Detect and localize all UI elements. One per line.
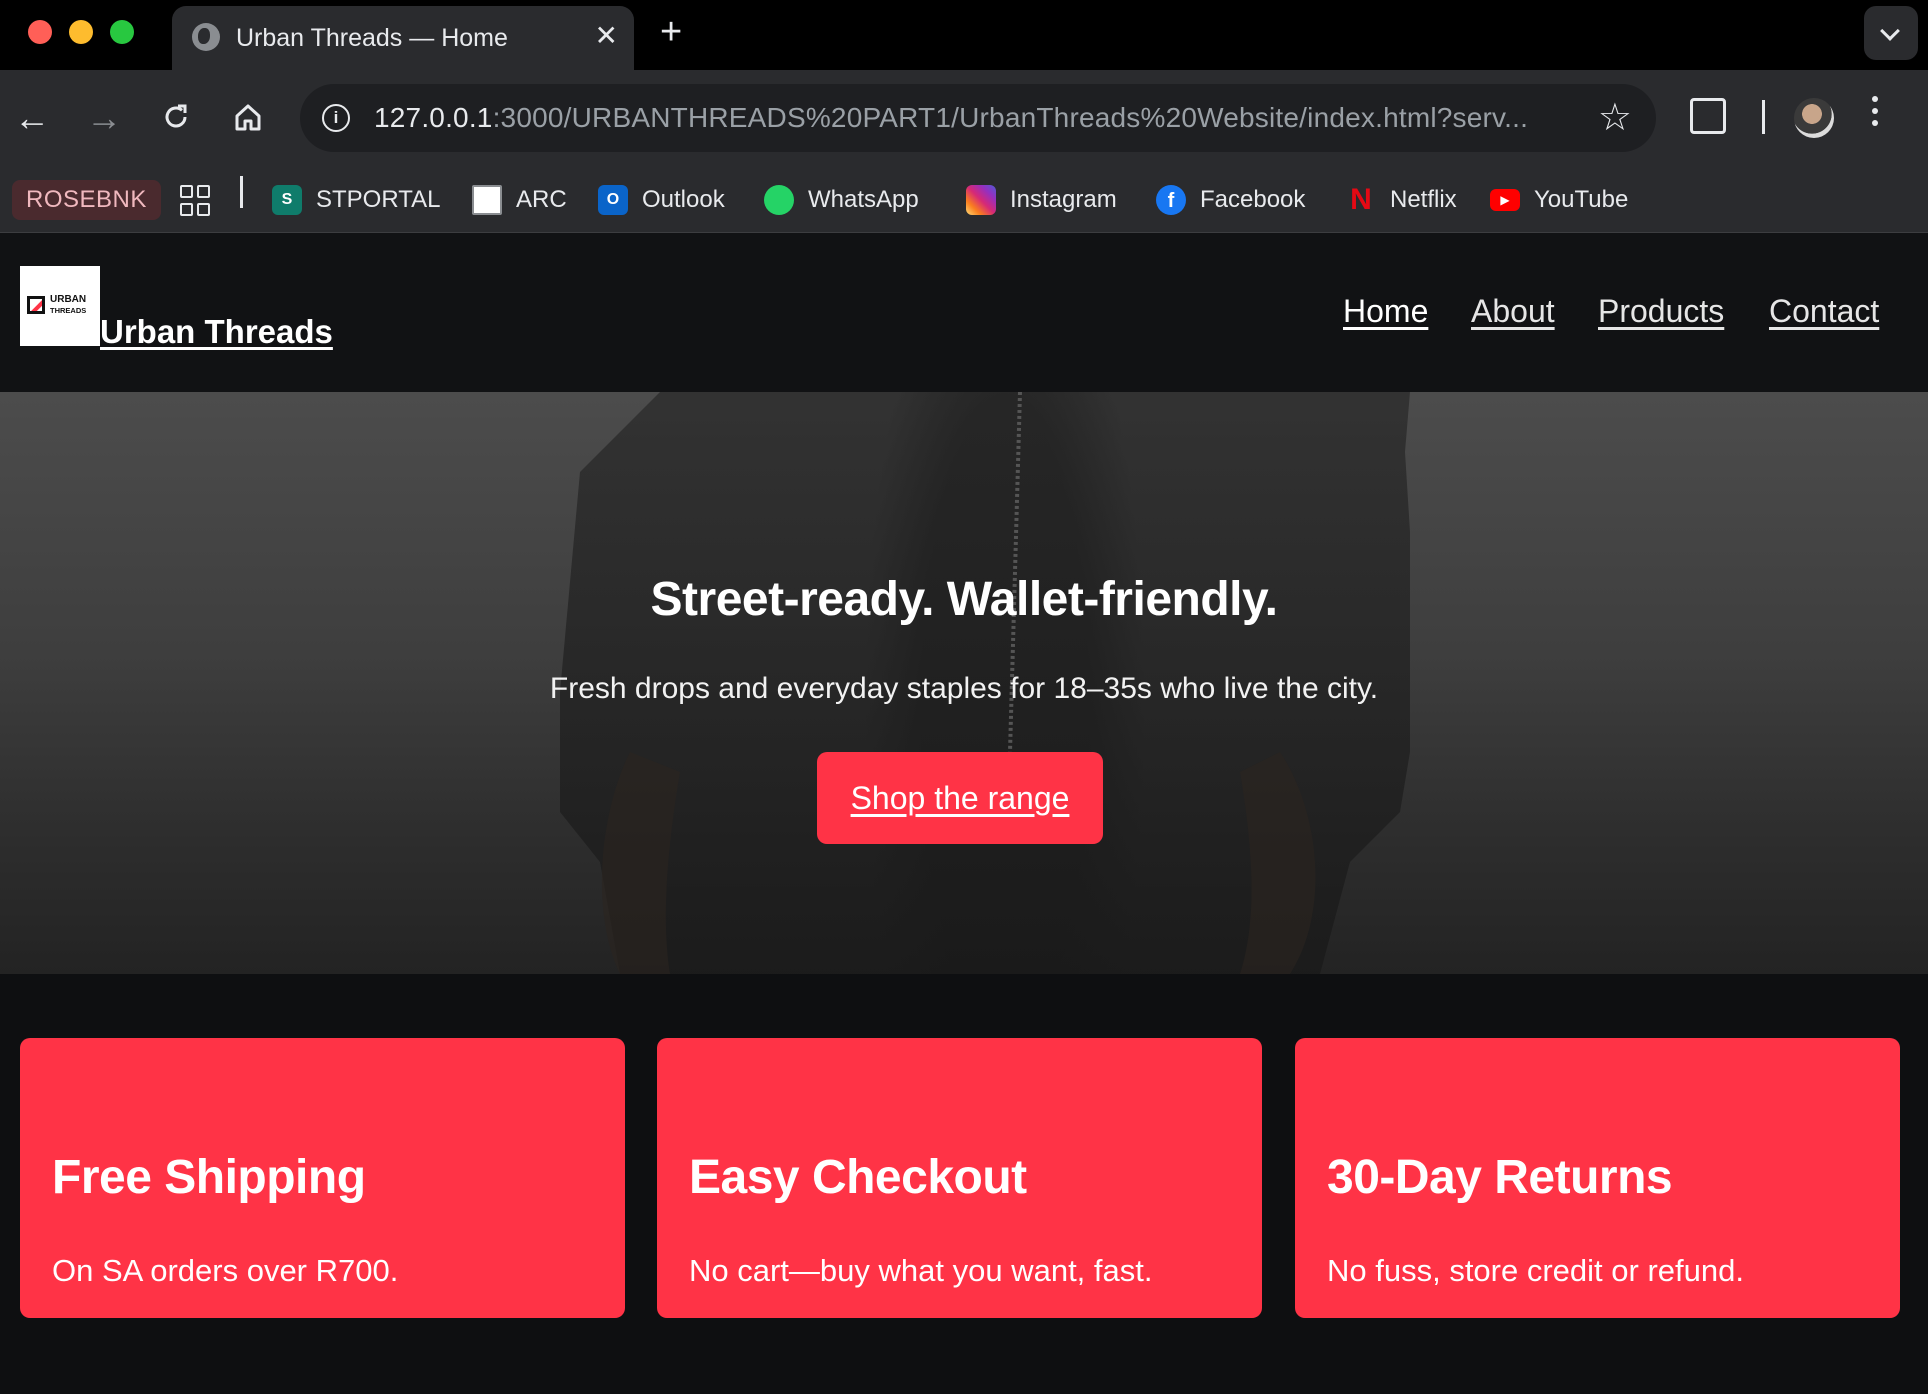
bookmark-outlook[interactable]: O Outlook [598, 182, 725, 218]
outlook-icon: O [598, 185, 628, 215]
feature-card-returns: 30-Day Returns No fuss, store credit or … [1295, 1038, 1900, 1318]
profile-avatar[interactable] [1794, 98, 1834, 138]
feature-text: On SA orders over R700. [52, 1253, 399, 1288]
maximize-window-button[interactable] [110, 20, 134, 44]
url-path: :3000/URBANTHREADS%20PART1/UrbanThreads%… [492, 102, 1529, 133]
brand-link[interactable]: Urban Threads [100, 313, 333, 351]
sharepoint-icon: S [272, 185, 302, 215]
tab-search-button[interactable] [1864, 6, 1918, 60]
new-tab-button[interactable]: + [660, 12, 682, 52]
bookmark-label: Netflix [1390, 186, 1457, 213]
apps-grid-icon [180, 184, 210, 216]
close-tab-icon[interactable]: ✕ [595, 20, 618, 52]
toolbar-divider [1762, 100, 1765, 134]
feature-card-easy-checkout: Easy Checkout No cart—buy what you want,… [657, 1038, 1262, 1318]
feature-title: Free Shipping [52, 1150, 366, 1204]
netflix-icon: N [1350, 183, 1372, 216]
logo-wordmark: URBAN THREADS [50, 294, 86, 316]
nav-home[interactable]: Home [1343, 293, 1428, 330]
site-logo[interactable]: URBAN THREADS [20, 266, 100, 346]
site-info-icon[interactable]: i [322, 104, 350, 132]
bookmark-facebook[interactable]: f Facebook [1156, 182, 1305, 218]
feature-text: No cart—buy what you want, fast. [689, 1253, 1153, 1288]
feature-card-free-shipping: Free Shipping On SA orders over R700. [20, 1038, 625, 1318]
hero-subtitle: Fresh drops and everyday staples for 18–… [549, 672, 1379, 705]
profile-chip-rosebnk[interactable]: ROSEBNK [12, 180, 161, 220]
forward-button[interactable]: → [76, 90, 132, 146]
logo-line-1: URBAN [50, 294, 87, 305]
nav-about[interactable]: About [1471, 293, 1555, 330]
whatsapp-icon [764, 185, 794, 215]
features-section: Free Shipping On SA orders over R700. Ea… [0, 974, 1928, 1394]
bookmarks-bar: ROSEBNK S STPORTAL ARC O Outlook WhatsAp… [0, 168, 1928, 233]
browser-tab-active[interactable]: Urban Threads — Home ✕ [172, 6, 634, 70]
bookmark-stportal[interactable]: S STPORTAL [272, 182, 440, 218]
youtube-icon: ▶ [1490, 189, 1520, 211]
bookmark-label: Facebook [1200, 186, 1306, 213]
hero-section: Street-ready. Wallet-friendly. Fresh dro… [0, 392, 1928, 974]
nav-products[interactable]: Products [1598, 293, 1724, 330]
url-text[interactable]: 127.0.0.1:3000/URBANTHREADS%20PART1/Urba… [374, 102, 1528, 134]
facebook-icon: f [1156, 185, 1186, 215]
tab-title: Urban Threads — Home [236, 24, 508, 52]
bookmark-whatsapp[interactable]: WhatsApp [764, 182, 919, 218]
bookmark-youtube[interactable]: ▶ YouTube [1490, 182, 1628, 218]
hero-title: Street-ready. Wallet-friendly. [650, 573, 1278, 627]
bookmark-arc[interactable]: ARC [472, 182, 567, 218]
close-window-button[interactable] [28, 20, 52, 44]
bookmark-label: Instagram [1010, 186, 1117, 213]
bookmark-instagram[interactable]: Instagram [966, 182, 1117, 218]
bookmark-label: WhatsApp [808, 186, 919, 213]
logo-line-2: THREADS [50, 306, 87, 315]
feature-title: Easy Checkout [689, 1150, 1027, 1204]
bookmark-netflix[interactable]: N Netflix [1346, 182, 1457, 218]
address-bar[interactable]: i 127.0.0.1:3000/URBANTHREADS%20PART1/Ur… [300, 84, 1656, 152]
browser-menu-icon[interactable] [1872, 96, 1880, 132]
url-host: 127.0.0.1 [374, 102, 493, 133]
bookmark-star-icon[interactable]: ☆ [1598, 96, 1632, 140]
instagram-icon [966, 185, 996, 215]
minimize-window-button[interactable] [69, 20, 93, 44]
browser-toolbar: ← → i 127.0.0.1:3000/URBANTHREADS%20PART… [0, 70, 1928, 168]
bookmark-label: Outlook [642, 186, 725, 213]
home-button[interactable] [220, 90, 276, 146]
bookmark-label: YouTube [1534, 186, 1629, 213]
browser-titlebar: Urban Threads — Home ✕ + [0, 0, 1928, 70]
nav-contact[interactable]: Contact [1769, 293, 1879, 330]
reload-button[interactable] [148, 90, 204, 146]
site-header: URBAN THREADS Urban Threads Home About P… [0, 233, 1928, 392]
reload-icon [165, 104, 187, 128]
arc-icon [472, 185, 502, 215]
logo-mark-icon [27, 296, 45, 314]
shop-the-range-button[interactable]: Shop the range [817, 752, 1103, 844]
feature-title: 30-Day Returns [1327, 1150, 1673, 1204]
bookmark-label: ARC [516, 186, 567, 213]
home-icon [235, 104, 261, 131]
web-page: URBAN THREADS Urban Threads Home About P… [0, 233, 1928, 1394]
back-button[interactable]: ← [4, 90, 60, 146]
feature-text: No fuss, store credit or refund. [1327, 1253, 1744, 1288]
extensions-icon[interactable] [1690, 98, 1726, 134]
apps-button[interactable] [180, 182, 210, 218]
bookmark-label: STPORTAL [316, 186, 441, 213]
globe-icon [192, 23, 220, 51]
bookmarks-separator [240, 176, 243, 208]
